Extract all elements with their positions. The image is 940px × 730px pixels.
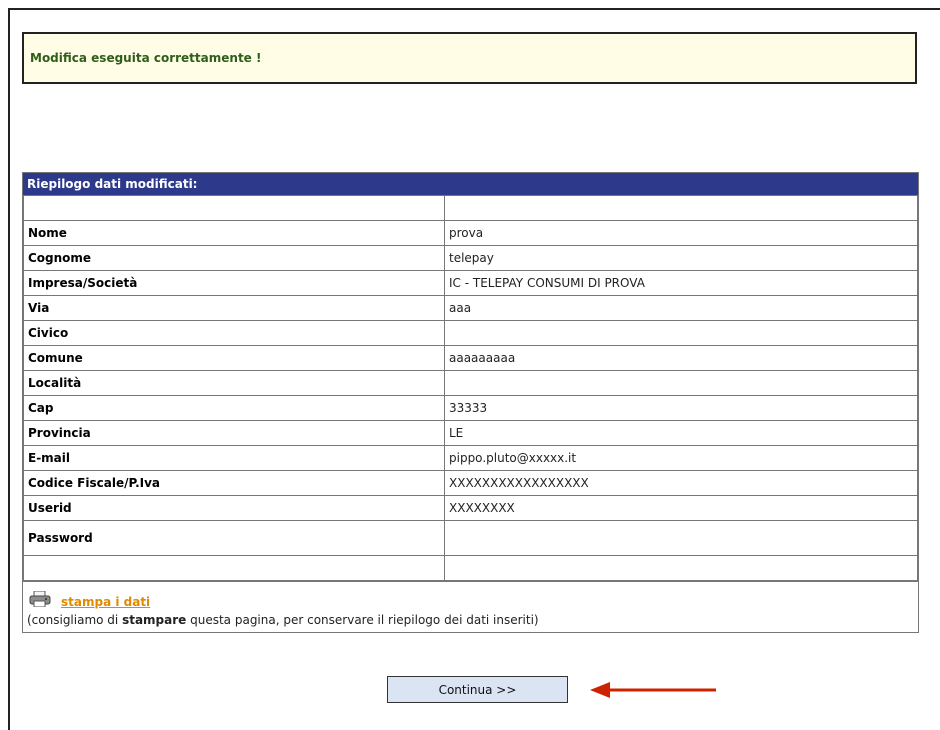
row-label: Comune — [23, 345, 445, 371]
table-row: Impresa/Società IC - TELEPAY CONSUMI DI … — [23, 270, 918, 296]
table-row: E-mail pippo.pluto@xxxxx.it — [23, 445, 918, 471]
table-row: Cognome telepay — [23, 245, 918, 271]
success-message: Modifica eseguita correttamente ! — [30, 51, 262, 65]
table-row: Provincia LE — [23, 420, 918, 446]
table-row: Userid XXXXXXXX — [23, 495, 918, 521]
print-area: stampa i dati (consigliamo di stampare q… — [23, 581, 918, 632]
table-row: Località — [23, 370, 918, 396]
row-label: E-mail — [23, 445, 445, 471]
table-row: Civico — [23, 320, 918, 346]
row-value: LE — [444, 420, 918, 446]
row-label — [23, 555, 445, 581]
row-value: telepay — [444, 245, 918, 271]
row-value: aaa — [444, 295, 918, 321]
print-data-link[interactable]: stampa i dati — [61, 595, 150, 609]
row-label: Provincia — [23, 420, 445, 446]
row-value — [444, 320, 918, 346]
summary-table: Nome prova Cognome telepay Impresa/Socie… — [23, 195, 918, 581]
print-note: (consigliamo di stampare questa pagina, … — [27, 613, 539, 627]
row-value: IC - TELEPAY CONSUMI DI PROVA — [444, 270, 918, 296]
row-value: prova — [444, 220, 918, 246]
row-label: Località — [23, 370, 445, 396]
table-row: Codice Fiscale/P.Iva XXXXXXXXXXXXXXXXX — [23, 470, 918, 496]
row-value: XXXXXXXX — [444, 495, 918, 521]
row-value — [444, 555, 918, 581]
print-note-bold: stampare — [122, 613, 187, 627]
table-row — [23, 195, 918, 221]
row-value — [444, 195, 918, 221]
row-value: pippo.pluto@xxxxx.it — [444, 445, 918, 471]
arrow-left-icon — [590, 682, 716, 698]
row-label: Cognome — [23, 245, 445, 271]
summary-panel: Riepilogo dati modificati: Nome prova Co… — [22, 172, 919, 633]
table-row: Password — [23, 520, 918, 556]
row-value: 33333 — [444, 395, 918, 421]
row-label: Cap — [23, 395, 445, 421]
row-label: Nome — [23, 220, 445, 246]
summary-header: Riepilogo dati modificati: — [23, 173, 918, 195]
print-note-suffix: questa pagina, per conservare il riepilo… — [186, 613, 539, 627]
table-row: Nome prova — [23, 220, 918, 246]
table-row: Via aaa — [23, 295, 918, 321]
row-label: Codice Fiscale/P.Iva — [23, 470, 445, 496]
printer-icon[interactable] — [29, 591, 51, 607]
row-label: Civico — [23, 320, 445, 346]
row-value: XXXXXXXXXXXXXXXXX — [444, 470, 918, 496]
row-label: Impresa/Società — [23, 270, 445, 296]
table-row: Comune aaaaaaaaa — [23, 345, 918, 371]
print-note-prefix: (consigliamo di — [27, 613, 123, 627]
row-label — [23, 195, 445, 221]
row-label: Userid — [23, 495, 445, 521]
row-label: Via — [23, 295, 445, 321]
row-value — [444, 520, 918, 556]
table-row — [23, 555, 918, 581]
row-label: Password — [23, 520, 445, 556]
row-value: aaaaaaaaa — [444, 345, 918, 371]
row-value — [444, 370, 918, 396]
success-message-box: Modifica eseguita correttamente ! — [22, 32, 917, 84]
table-row: Cap 33333 — [23, 395, 918, 421]
continue-button[interactable]: Continua >> — [387, 676, 568, 703]
